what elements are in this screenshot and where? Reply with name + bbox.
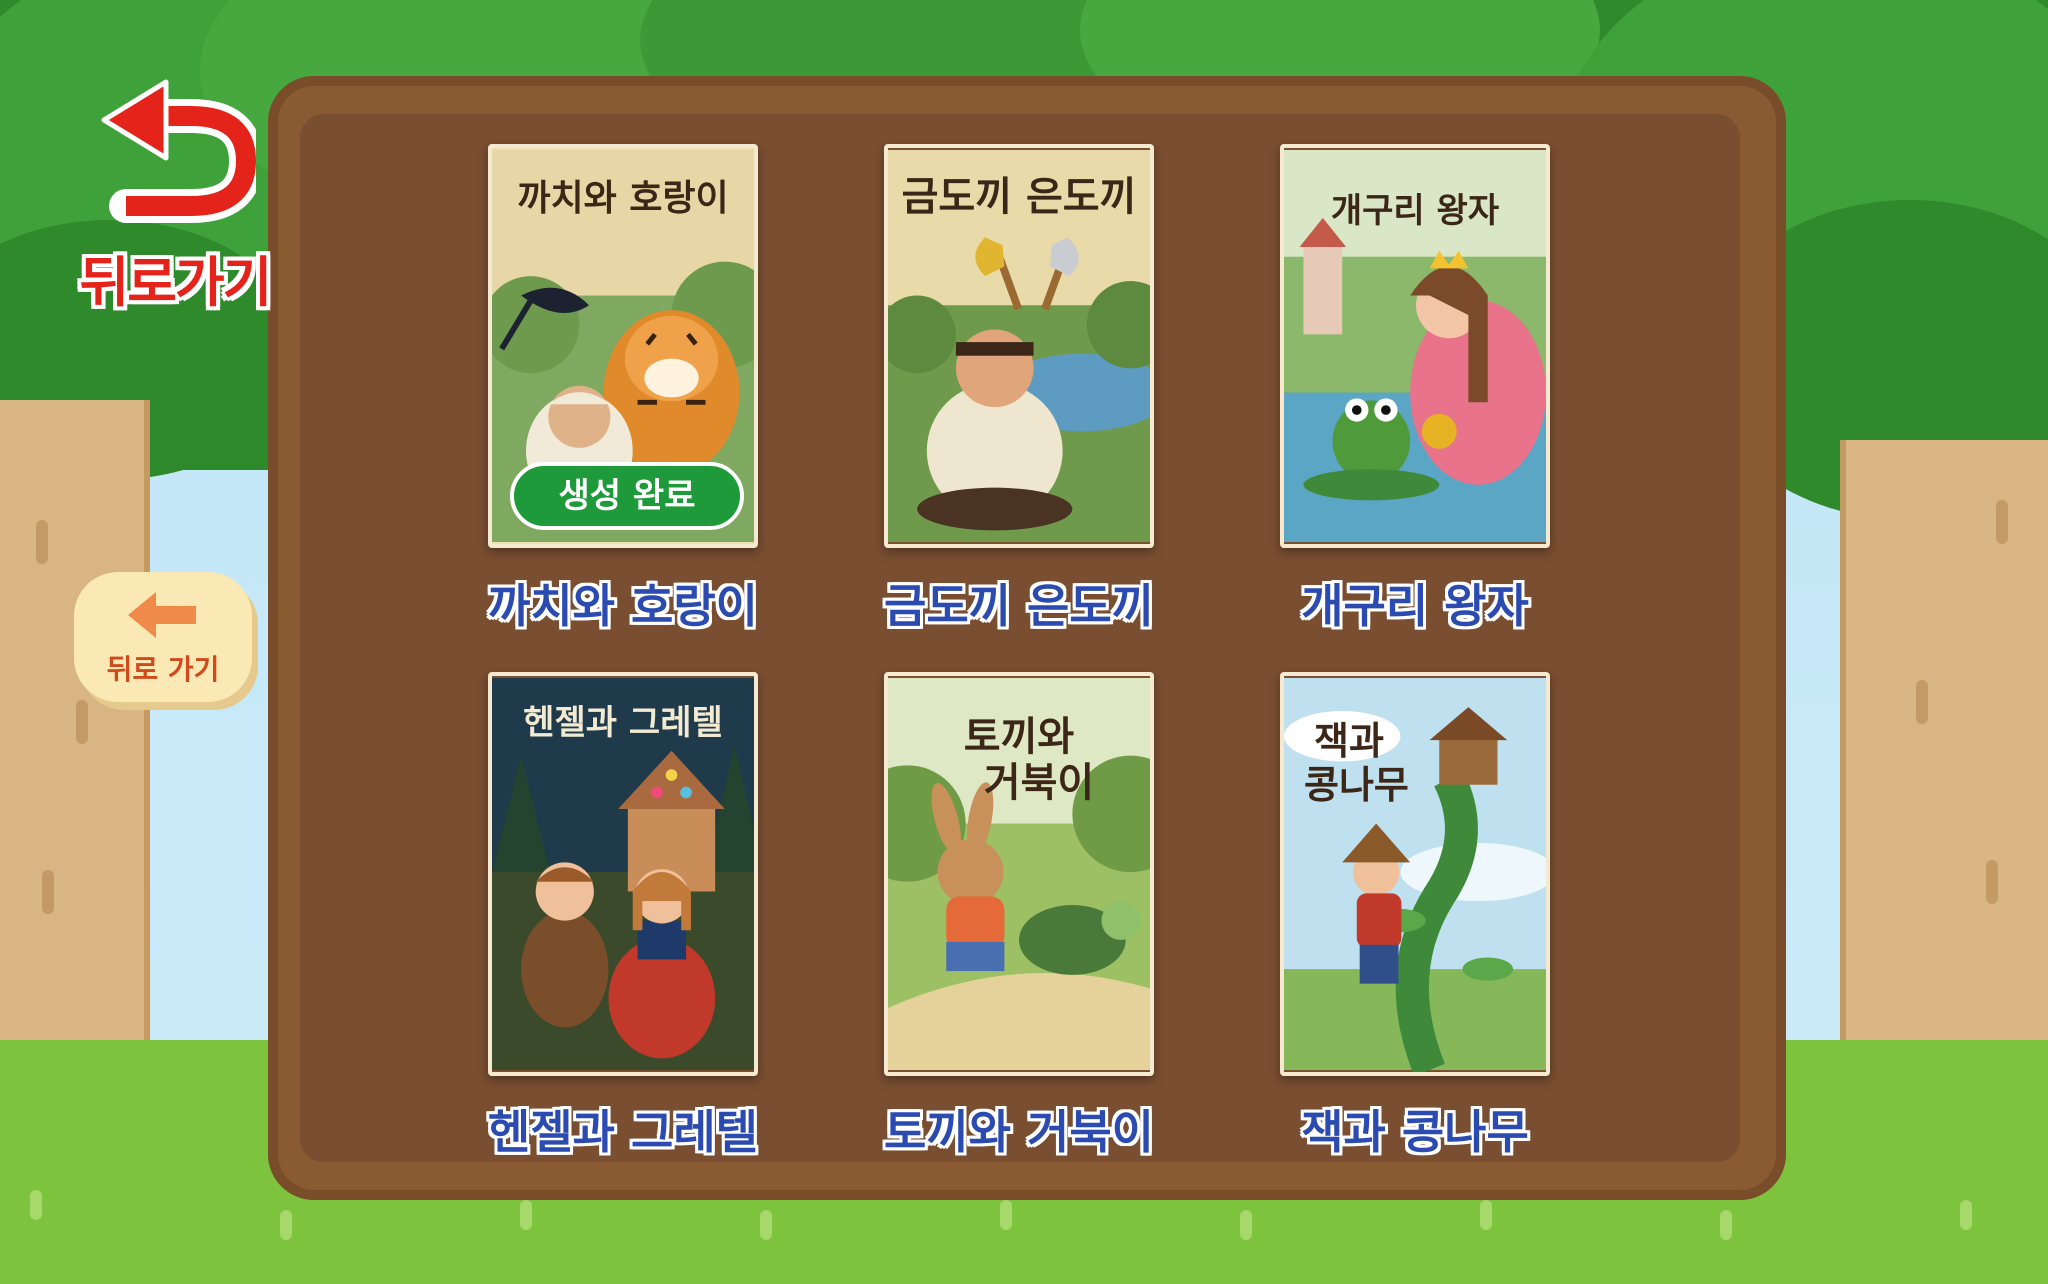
cover-title-line1: 잭과 — [1314, 719, 1384, 763]
story-caption: 토끼와 거북이 — [884, 1105, 1154, 1159]
back-pill-label: 뒤로 가기 — [106, 653, 220, 686]
back-pill-button[interactable]: 뒤로 가기 — [74, 572, 252, 702]
story-card-rabbit-turtle[interactable]: 토끼와 거북이 — [884, 672, 1154, 1076]
story-caption: 개구리 왕자 — [1301, 579, 1529, 633]
tree-trunk-left — [0, 400, 150, 1100]
cover-title: 헨젤과 그레텔 — [523, 703, 723, 743]
cover-title-line2: 콩나무 — [1304, 763, 1409, 807]
cover-title-line2: 거북이 — [983, 760, 1095, 806]
story-card-hansel-gretel[interactable]: 헨젤과 그레텔 — [488, 672, 758, 1076]
cover-title-line1: 토끼와 — [963, 714, 1075, 760]
story-caption: 금도끼 은도끼 — [884, 579, 1154, 633]
completed-badge: 생성 완료 — [510, 462, 744, 530]
cover-title: 개구리 왕자 — [1330, 191, 1500, 231]
story-card-golden-axe[interactable]: 금도끼 은도끼 — [884, 144, 1154, 548]
cover-title: 금도끼 은도끼 — [901, 174, 1137, 220]
story-card-jack-beanstalk[interactable]: 잭과 콩나무 — [1280, 672, 1550, 1076]
tree-trunk-right — [1840, 440, 2048, 1100]
arrow-left-icon — [128, 592, 196, 638]
back-button[interactable]: 뒤로가기 — [60, 76, 290, 316]
story-caption: 잭과 콩나무 — [1301, 1105, 1529, 1159]
story-caption: 까치와 호랑이 — [488, 579, 758, 633]
back-label: 뒤로가기 — [79, 251, 273, 314]
cover-title: 까치와 호랑이 — [517, 178, 729, 219]
story-caption: 헨젤과 그레텔 — [488, 1105, 758, 1159]
story-card-magpie-tiger[interactable]: 까치와 호랑이 생성 완료 — [488, 144, 758, 548]
story-card-frog-prince[interactable]: 개구리 왕자 — [1280, 144, 1550, 548]
undo-arrow-icon — [101, 79, 256, 223]
